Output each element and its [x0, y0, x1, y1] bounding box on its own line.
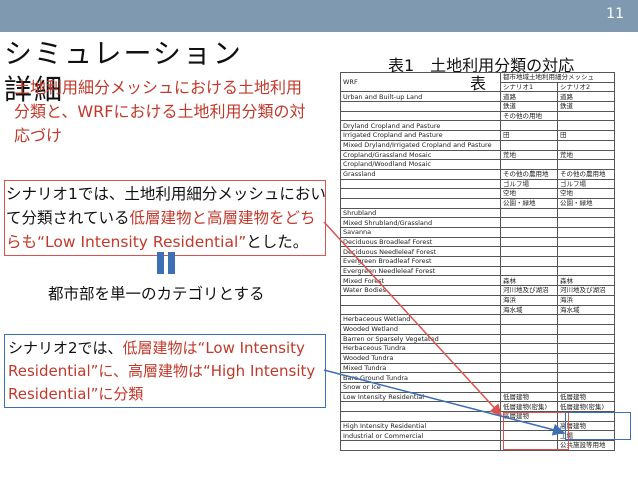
scenario2-arrow [323, 369, 565, 436]
connector-arrows [323, 221, 565, 436]
scenario1-arrow [323, 221, 503, 417]
